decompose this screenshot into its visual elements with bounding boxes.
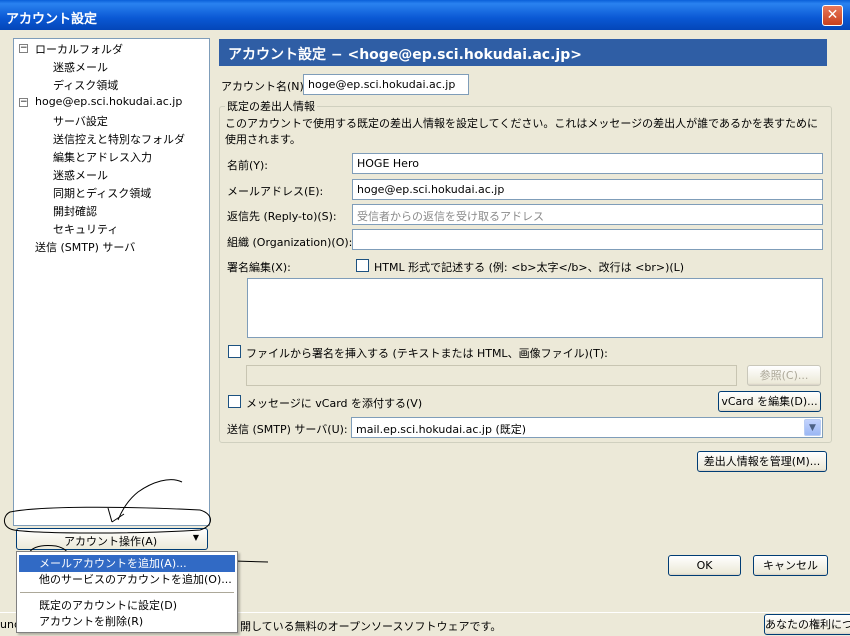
manage-identities-button[interactable]: 差出人情報を管理(M)... <box>697 451 827 472</box>
account-actions-menu: メールアカウントを追加(A)... 他のサービスのアカウントを追加(O)... … <box>16 551 238 633</box>
close-icon[interactable]: ✕ <box>822 5 843 26</box>
cancel-button[interactable]: キャンセル <box>753 555 828 576</box>
signature-textarea[interactable] <box>247 278 823 338</box>
page-title-banner: アカウント設定 − <hoge@ep.sci.hokudai.ac.jp> <box>219 39 827 66</box>
organization-field[interactable] <box>352 229 823 250</box>
tree-item-disk-space[interactable]: ディスク領域 <box>53 77 118 93</box>
menu-remove-account[interactable]: アカウントを削除(R) <box>19 613 235 630</box>
tree-item-server-settings[interactable]: サーバ設定 <box>53 113 108 129</box>
reply-to-label: 返信先 (Reply-to)(S): <box>227 210 337 223</box>
signature-label: 署名編集(X): <box>227 261 291 274</box>
collapse-icon[interactable]: − <box>19 44 28 53</box>
menu-separator <box>20 592 234 593</box>
tree-item-account[interactable]: hoge@ep.sci.hokudai.ac.jp <box>35 95 182 108</box>
account-name-label: アカウント名(N): <box>221 80 308 93</box>
organization-label: 組織 (Organization)(O): <box>227 236 353 249</box>
tree-item-sync[interactable]: 同期とディスク領域 <box>53 185 151 201</box>
page-title: アカウント設定 − <hoge@ep.sci.hokudai.ac.jp> <box>228 47 582 63</box>
tree-item-junk[interactable]: 迷惑メール <box>53 59 108 75</box>
name-label: 名前(Y): <box>227 159 269 172</box>
signature-file-path[interactable] <box>246 365 737 386</box>
signature-file-label: ファイルから署名を挿入する (テキストまたは HTML、画像ファイル)(T): <box>246 347 608 360</box>
reply-to-field[interactable]: 受信者からの返信を受け取るアドレス <box>352 204 823 225</box>
tree-item-smtp[interactable]: 送信 (SMTP) サーバ <box>35 239 135 255</box>
signature-file-checkbox[interactable] <box>228 345 241 358</box>
vcard-checkbox[interactable] <box>228 395 241 408</box>
email-field[interactable]: hoge@ep.sci.hokudai.ac.jp <box>352 179 823 200</box>
identity-description: このアカウントで使用する既定の差出人情報を設定してください。これはメッセージの差… <box>225 117 819 146</box>
browse-button[interactable]: 参照(C)... <box>747 365 821 386</box>
title-bar: アカウント設定 ✕ <box>0 0 850 30</box>
smtp-label: 送信 (SMTP) サーバ(U): <box>227 423 348 436</box>
account-tree: − ローカルフォルダ 迷惑メール ディスク領域 − hoge@ep.sci.ho… <box>13 38 210 526</box>
menu-add-mail-account[interactable]: メールアカウントを追加(A)... <box>19 555 235 572</box>
html-signature-label: HTML 形式で記述する (例: <b>太字</b>、改行は <br>)(L) <box>374 261 685 274</box>
email-label: メールアドレス(E): <box>227 185 324 198</box>
tree-item-receipts[interactable]: 開封確認 <box>53 203 97 219</box>
ok-button[interactable]: OK <box>668 555 741 576</box>
tree-item-copies-folders[interactable]: 送信控えと特別なフォルダ <box>53 131 185 147</box>
smtp-select[interactable]: mail.ep.sci.hokudai.ac.jp (既定) <box>351 417 823 438</box>
status-text: 開している無料のオープンソースソフトウェアです。 <box>240 620 502 633</box>
tree-item-composition[interactable]: 編集とアドレス入力 <box>53 149 152 165</box>
chevron-down-icon[interactable]: ▼ <box>804 419 821 436</box>
menu-add-other-account[interactable]: 他のサービスのアカウントを追加(O)... <box>19 571 235 588</box>
your-rights-button[interactable]: あなたの権利につ <box>764 614 850 635</box>
menu-set-default[interactable]: 既定のアカウントに設定(D) <box>19 597 235 614</box>
tree-item-security[interactable]: セキュリティ <box>53 221 118 237</box>
identity-group-title: 既定の差出人情報 <box>225 98 317 114</box>
name-field[interactable]: HOGE Hero <box>352 153 823 174</box>
account-name-field[interactable]: hoge@ep.sci.hokudai.ac.jp <box>303 74 469 95</box>
collapse-icon[interactable]: − <box>19 98 28 107</box>
tree-item-junk[interactable]: 迷惑メール <box>53 167 108 183</box>
vcard-edit-button[interactable]: vCard を編集(D)... <box>718 391 821 412</box>
window-title: アカウント設定 <box>6 12 98 27</box>
vcard-label: メッセージに vCard を添付する(V) <box>246 397 423 410</box>
html-signature-checkbox[interactable] <box>356 259 369 272</box>
tree-item-local-folders[interactable]: ローカルフォルダ <box>35 41 123 57</box>
